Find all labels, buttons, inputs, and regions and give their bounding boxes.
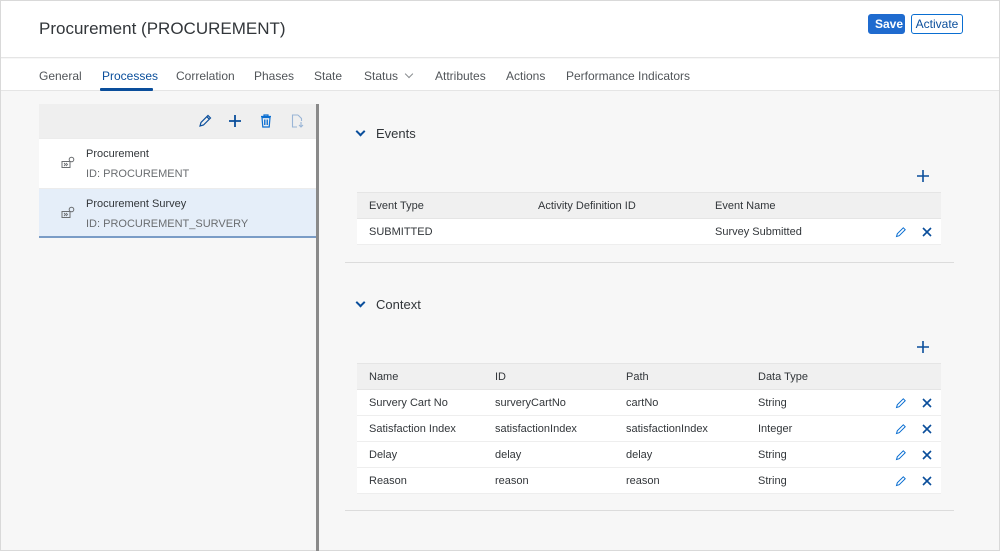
tab-status-label: Status [364,69,399,83]
edit-icon[interactable] [895,475,907,487]
cell-path: satisfactionIndex [614,415,746,442]
save-button[interactable]: Save [868,14,905,34]
context-table-header: Name ID Path Data Type [357,363,941,390]
column-header-data-type: Data Type [746,363,873,390]
chevron-down-icon [355,297,366,308]
cell-id: delay [483,441,614,468]
cell-name: Survery Cart No [357,389,483,416]
row-actions [873,218,941,245]
column-header-id: ID [483,363,614,390]
chevron-down-icon [404,69,414,79]
events-section-header[interactable]: Events [355,126,416,141]
column-header-event-name: Event Name [703,192,873,219]
process-icon [61,206,75,218]
cell-id: satisfactionIndex [483,415,614,442]
edit-icon[interactable] [895,423,907,435]
events-table: Event Type Activity Definition ID Event … [357,192,941,245]
cell-path: cartNo [614,389,746,416]
cell-id: surveryCartNo [483,389,614,416]
delete-icon[interactable] [921,449,933,461]
object-header: Procurement (PROCUREMENT) Save Activate [1,1,999,58]
process-list-toolbar [39,104,316,138]
table-row: Reason reason reason String [357,467,941,494]
list-item-title: Procurement Survey [86,198,187,210]
delete-icon[interactable] [921,475,933,487]
edit-icon[interactable] [895,226,907,238]
tab-performance-indicators[interactable]: Performance Indicators [566,69,690,83]
cell-path: reason [614,467,746,494]
chevron-down-icon [355,126,366,137]
cell-data-type: String [746,389,873,416]
events-table-header: Event Type Activity Definition ID Event … [357,192,941,219]
active-tab-indicator [100,88,153,91]
list-item-id: ID: PROCUREMENT_SURVERY [86,218,249,230]
list-item-procurement[interactable]: Procurement ID: PROCUREMENT [39,138,316,188]
cell-data-type: Integer [746,415,873,442]
activate-button[interactable]: Activate [911,14,963,34]
column-header-event-type: Event Type [357,192,526,219]
row-actions [873,441,941,468]
process-list-panel: Procurement ID: PROCUREMENT Procurement … [39,104,316,239]
delete-icon[interactable] [258,113,274,129]
panel-splitter[interactable] [316,104,319,551]
column-header-name: Name [357,363,483,390]
cell-name: Delay [357,441,483,468]
table-row: Delay delay delay String [357,441,941,468]
column-header-path: Path [614,363,746,390]
row-actions [873,415,941,442]
column-header-actions [873,363,941,390]
cell-path: delay [614,441,746,468]
tab-actions[interactable]: Actions [506,69,545,83]
column-header-actions [873,192,941,219]
cell-event-name: Survey Submitted [703,218,873,245]
table-row: SUBMITTED Survey Submitted [357,218,941,245]
delete-icon[interactable] [921,423,933,435]
section-divider [345,262,954,263]
cell-id: reason [483,467,614,494]
page-title: Procurement (PROCUREMENT) [39,19,286,38]
edit-icon[interactable] [895,449,907,461]
list-item-procurement-survey[interactable]: Procurement Survey ID: PROCUREMENT_SURVE… [39,188,316,238]
context-section-header[interactable]: Context [355,297,421,312]
list-item-id: ID: PROCUREMENT [86,168,190,180]
column-header-activity-definition-id: Activity Definition ID [526,192,703,219]
tab-processes[interactable]: Processes [102,69,158,83]
process-icon [61,156,75,168]
tab-state[interactable]: State [314,69,342,83]
tab-correlation[interactable]: Correlation [176,69,235,83]
tab-status[interactable]: Status [364,69,414,83]
edit-icon[interactable] [197,113,213,129]
context-table: Name ID Path Data Type Survery Cart No s… [357,363,941,494]
cell-data-type: String [746,467,873,494]
add-event-button[interactable] [916,169,930,183]
import-icon[interactable] [289,113,305,129]
cell-event-type: SUBMITTED [357,218,526,245]
add-icon[interactable] [227,113,243,129]
cell-data-type: String [746,441,873,468]
delete-icon[interactable] [921,226,933,238]
tab-general[interactable]: General [39,69,82,83]
cell-activity-definition-id [526,218,703,245]
tab-bar: General Processes Correlation Phases Sta… [1,59,999,91]
cell-name: Satisfaction Index [357,415,483,442]
cell-name: Reason [357,467,483,494]
add-context-button[interactable] [916,340,930,354]
tab-attributes[interactable]: Attributes [435,69,486,83]
delete-icon[interactable] [921,397,933,409]
events-section-title: Events [376,126,416,141]
list-item-title: Procurement [86,148,149,160]
section-divider [345,510,954,511]
row-actions [873,389,941,416]
row-actions [873,467,941,494]
context-section-title: Context [376,297,421,312]
table-row: Survery Cart No surveryCartNo cartNo Str… [357,389,941,416]
tab-phases[interactable]: Phases [254,69,294,83]
edit-icon[interactable] [895,397,907,409]
table-row: Satisfaction Index satisfactionIndex sat… [357,415,941,442]
